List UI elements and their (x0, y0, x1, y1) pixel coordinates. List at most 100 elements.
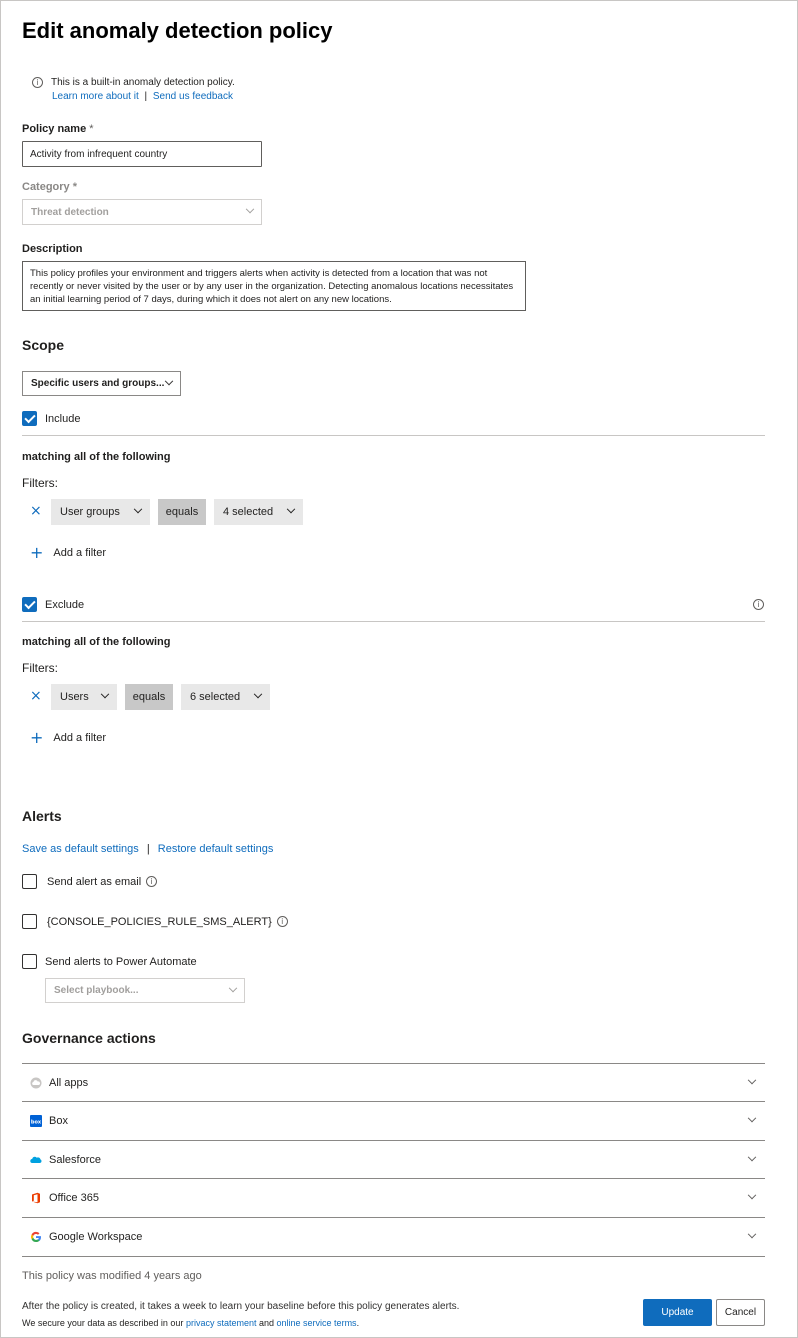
modified-text: This policy was modified 4 years ago (22, 1270, 202, 1282)
policy-name-input[interactable]: Activity from infrequent country (22, 141, 262, 167)
email-alert-label: Send alert as email (47, 875, 142, 888)
restore-default-link[interactable]: Restore default settings (158, 843, 274, 855)
governance-heading: Governance actions (22, 1030, 156, 1046)
chevron-down-icon (133, 504, 143, 514)
exclude-label: Exclude (45, 598, 85, 611)
governance-row-label: All apps (49, 1077, 89, 1089)
online-terms-link[interactable]: online service terms (277, 1318, 357, 1328)
built-in-notice: i This is a built-in anomaly detection p… (32, 77, 235, 88)
governance-row-box[interactable]: box Box (30, 1102, 765, 1140)
notice-links: Learn more about it | Send us feedback (52, 91, 233, 102)
description-textarea[interactable]: This policy profiles your environment an… (22, 261, 526, 311)
governance-row-label: Google Workspace (49, 1231, 143, 1243)
add-filter-label: Add a filter (53, 547, 106, 559)
power-automate-row[interactable]: Send alerts to Power Automate (22, 954, 197, 969)
chevron-down-icon (747, 1152, 757, 1162)
exclude-filter-operator[interactable]: equals (125, 684, 173, 710)
privacy-and: and (258, 1318, 275, 1328)
exclude-checkbox-row[interactable]: Exclude (22, 597, 84, 612)
link-separator: | (144, 91, 148, 102)
policy-panel: Edit anomaly detection policy i This is … (0, 0, 798, 1338)
chevron-down-icon (228, 983, 238, 992)
include-filter-operator[interactable]: equals (158, 499, 206, 525)
include-checkbox[interactable] (22, 411, 37, 426)
governance-row-office365[interactable]: Office 365 (30, 1179, 765, 1217)
governance-row-label: Box (49, 1115, 68, 1127)
alerts-heading: Alerts (22, 808, 62, 824)
category-label: Category * (22, 181, 78, 193)
include-filters-label: Filters: (22, 476, 58, 490)
include-filter-value-dropdown[interactable]: 4 selected (214, 499, 303, 525)
governance-row-google-workspace[interactable]: Google Workspace (30, 1218, 765, 1256)
include-label: Include (45, 412, 81, 425)
include-filter-field-dropdown[interactable]: User groups (51, 499, 150, 525)
cloud-icon (30, 1077, 42, 1089)
include-add-filter-button[interactable]: + Add a filter (30, 545, 106, 561)
chevron-down-icon (747, 1229, 757, 1239)
governance-row-label: Salesforce (49, 1154, 101, 1166)
chevron-down-icon (100, 689, 110, 699)
include-matching-text: matching all of the following (22, 451, 171, 463)
baseline-note: After the policy is created, it takes a … (22, 1301, 460, 1312)
salesforce-icon (30, 1154, 42, 1166)
category-value: Threat detection (31, 206, 109, 218)
svg-text:box: box (31, 1119, 42, 1125)
privacy-suffix: . (356, 1318, 360, 1328)
privacy-statement-link[interactable]: privacy statement (186, 1318, 257, 1328)
include-checkbox-row[interactable]: Include (22, 411, 80, 426)
exclude-matching-text: matching all of the following (22, 636, 171, 648)
remove-filter-icon[interactable]: × (30, 503, 42, 519)
exclude-filters-label: Filters: (22, 661, 58, 675)
exclude-filter-field-dropdown[interactable]: Users (51, 684, 117, 710)
power-automate-label: Send alerts to Power Automate (45, 955, 197, 968)
learn-more-link[interactable]: Learn more about it (52, 91, 139, 102)
description-label: Description (22, 243, 83, 255)
alerts-default-links: Save as default settings | Restore defau… (22, 843, 273, 855)
exclude-filter-value-dropdown[interactable]: 6 selected (181, 684, 270, 710)
add-filter-label: Add a filter (53, 732, 106, 744)
divider (22, 621, 765, 622)
info-icon: i (32, 77, 43, 88)
page-title: Edit anomaly detection policy (22, 18, 333, 43)
info-icon[interactable]: i (753, 599, 764, 610)
send-feedback-link[interactable]: Send us feedback (153, 91, 233, 102)
save-default-link[interactable]: Save as default settings (22, 843, 139, 855)
privacy-line: We secure your data as described in our … (22, 1318, 359, 1328)
scope-dropdown-value: Specific users and groups... (31, 378, 165, 389)
chevron-down-icon (747, 1075, 757, 1085)
plus-icon: + (30, 728, 44, 747)
filter-value: 6 selected (190, 691, 241, 703)
chevron-down-icon (253, 689, 263, 699)
governance-row-label: Office 365 (49, 1192, 99, 1204)
sms-alert-row[interactable]: {CONSOLE_POLICIES_RULE_SMS_ALERT} i (22, 914, 288, 929)
office-icon (30, 1192, 42, 1204)
playbook-placeholder: Select playbook... (54, 985, 139, 996)
email-alert-checkbox[interactable] (22, 874, 37, 889)
exclude-add-filter-button[interactable]: + Add a filter (30, 730, 106, 746)
exclude-checkbox[interactable] (22, 597, 37, 612)
divider (22, 1256, 765, 1257)
filter-value: 4 selected (223, 506, 274, 518)
playbook-dropdown: Select playbook... (45, 978, 245, 1003)
update-button[interactable]: Update (643, 1299, 712, 1326)
notice-text: This is a built-in anomaly detection pol… (51, 77, 235, 88)
governance-row-all-apps[interactable]: All apps (30, 1064, 765, 1102)
remove-filter-icon[interactable]: × (30, 688, 42, 704)
chevron-down-icon (164, 376, 174, 385)
box-icon: box (30, 1115, 42, 1127)
divider (22, 435, 765, 436)
sms-alert-checkbox[interactable] (22, 914, 37, 929)
info-icon[interactable]: i (146, 876, 158, 887)
power-automate-checkbox[interactable] (22, 954, 37, 969)
privacy-prefix: We secure your data as described in our (22, 1318, 184, 1328)
info-icon[interactable]: i (276, 916, 288, 927)
scope-heading: Scope (22, 337, 65, 353)
email-alert-row[interactable]: Send alert as email i (22, 874, 158, 889)
cancel-button[interactable]: Cancel (716, 1299, 765, 1326)
governance-row-salesforce[interactable]: Salesforce (30, 1141, 765, 1179)
chevron-down-icon (286, 504, 296, 514)
sms-alert-label: {CONSOLE_POLICIES_RULE_SMS_ALERT} (47, 915, 272, 928)
category-dropdown: Threat detection (22, 199, 262, 225)
policy-name-label: Policy name * (22, 123, 94, 135)
scope-dropdown[interactable]: Specific users and groups... (22, 371, 181, 396)
